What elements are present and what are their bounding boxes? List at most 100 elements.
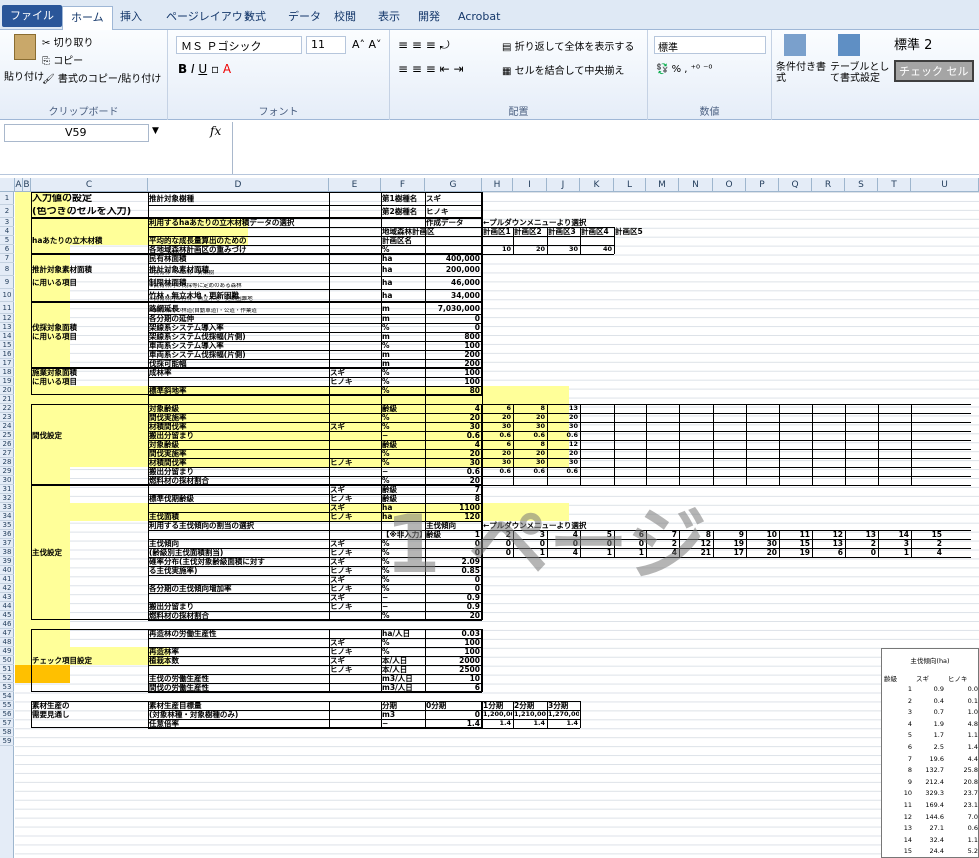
font-size-select[interactable]: 11 (306, 36, 346, 54)
cell-row37-11[interactable]: 13 (813, 539, 844, 548)
cell-g26[interactable]: 4 (426, 440, 481, 449)
cell-e34[interactable]: ヒノキ (330, 512, 370, 521)
cell-u50[interactable]: 本/人日 (382, 656, 422, 665)
cell-u9[interactable]: ha (382, 278, 402, 287)
row-header-29[interactable]: 29 (0, 467, 14, 476)
cell-d3[interactable]: 利用するhaあたりの立木材積データの選択 (149, 218, 319, 227)
cell-v6c[interactable]: 30 (548, 245, 579, 254)
cell-c9[interactable]: に用いる項目 (32, 278, 142, 287)
cell-u29[interactable]: − (382, 467, 402, 476)
row-header-17[interactable]: 17 (0, 359, 14, 368)
cell-row38-14[interactable]: 4 (912, 548, 943, 557)
tab-0[interactable]: ファイル (2, 5, 62, 27)
font-name-select[interactable]: ＭＳ Ｐゴシック (176, 36, 302, 54)
cell-h27[interactable]: 20 (483, 449, 512, 458)
column-header-T[interactable]: T (878, 178, 911, 192)
row-header-59[interactable]: 59 (0, 737, 14, 746)
style-normal2[interactable]: 標準 2 (894, 34, 932, 53)
column-header-B[interactable]: B (23, 178, 31, 192)
cell-d28[interactable]: 材積間伐率 (149, 458, 209, 467)
cell-d22[interactable]: 対象齢級 (149, 404, 209, 413)
row-header-53[interactable]: 53 (0, 683, 14, 692)
cell-d12[interactable]: 各分期の延伸 (149, 314, 319, 323)
row-header-27[interactable]: 27 (0, 449, 14, 458)
cell-d5a[interactable]: 平均的な成長量算出のための (149, 236, 319, 245)
cell-h23[interactable]: 20 (483, 413, 512, 422)
row-header-1[interactable]: 1 (0, 192, 14, 205)
cell-j55[interactable]: 3分期 (548, 701, 578, 710)
cell-c14[interactable]: に用いる項目 (32, 332, 142, 341)
cell-row37-8[interactable]: 19 (714, 539, 745, 548)
cell-d55[interactable]: 素材生産目標量 (149, 701, 319, 710)
cell-u14[interactable]: m (382, 332, 402, 341)
cell-d37a[interactable]: 主伐傾向 (149, 539, 299, 548)
tab-7[interactable]: 表示 (370, 6, 408, 30)
cell-d9b[interactable]: ※民有林内の伐採等に定めのある森林 (149, 283, 327, 289)
row-header-51[interactable]: 51 (0, 665, 14, 674)
cell-e18[interactable]: スギ (330, 368, 370, 377)
cell-c8[interactable]: 推計対象素材面積 (32, 265, 142, 274)
cell-d35[interactable]: 利用する主伐傾向の割当の選択 (149, 521, 319, 530)
row-header-11[interactable]: 11 (0, 302, 14, 314)
row-header-58[interactable]: 58 (0, 728, 14, 737)
cell-d25[interactable]: 搬出分留まり (149, 431, 209, 440)
cell-d56[interactable]: (対象林種・対象樹種のみ) (149, 710, 319, 719)
cell-v6b[interactable]: 20 (514, 245, 546, 254)
cell-e37[interactable]: スギ (330, 539, 370, 548)
cell-e51[interactable]: ヒノキ (330, 665, 370, 674)
cell-g28[interactable]: 30 (426, 458, 481, 467)
cell-h57[interactable]: 1.4 (483, 719, 512, 728)
row-header-54[interactable]: 54 (0, 692, 14, 701)
cell-i55[interactable]: 2分期 (514, 701, 544, 710)
column-header-L[interactable]: L (614, 178, 646, 192)
cell-d44[interactable]: 搬出分留まり (149, 602, 209, 611)
cell-g25[interactable]: 0.6 (426, 431, 481, 440)
cell-p2[interactable]: 計画区2 (514, 227, 547, 236)
row-header-5[interactable]: 5 (0, 236, 14, 245)
cell-f57[interactable]: − (382, 719, 402, 728)
cell-u48[interactable]: % (382, 638, 402, 647)
row-header-44[interactable]: 44 (0, 602, 14, 611)
column-header-P[interactable]: P (746, 178, 779, 192)
cell-f56[interactable]: m3 (382, 710, 402, 719)
cell-u17[interactable]: m (382, 359, 402, 368)
cell-d1[interactable]: 推計対象樹種 (149, 194, 209, 203)
row-header-8[interactable]: 8 (0, 263, 14, 276)
cell-c38[interactable]: 主伐設定 (32, 548, 132, 557)
cell-g50[interactable]: 2000 (426, 656, 481, 665)
cell-row38-13[interactable]: 1 (879, 548, 910, 557)
cell-d20[interactable]: 標準斜地率 (149, 386, 209, 395)
row-header-30[interactable]: 30 (0, 476, 14, 485)
cell-h55[interactable]: 1分期 (483, 701, 513, 710)
cell-d29[interactable]: 搬出分留まり (149, 467, 209, 476)
row-header-22[interactable]: 22 (0, 404, 14, 413)
tab-1[interactable]: ホーム (62, 6, 113, 31)
row-header-12[interactable]: 12 (0, 314, 14, 323)
row-header-14[interactable]: 14 (0, 332, 14, 341)
cell-d13[interactable]: 架線系システム導入率 (149, 323, 319, 332)
cell-u7[interactable]: ha (382, 254, 402, 263)
format-painter-button[interactable]: 🖌 書式のコピー/貼り付け (42, 70, 161, 85)
cell-u27[interactable]: % (382, 449, 402, 458)
cell-d57[interactable]: 任意倍率 (149, 719, 209, 728)
cell-e49[interactable]: ヒノキ (330, 647, 370, 656)
merge-center-button[interactable]: ▦ セルを結合して中央揃え (502, 62, 624, 77)
cell-e50[interactable]: スギ (330, 656, 370, 665)
cell-d39a[interactable]: 確率分布(主伐対象齢級面積に対す (149, 557, 327, 566)
row-header-36[interactable]: 36 (0, 530, 14, 539)
row-header-40[interactable]: 40 (0, 566, 14, 575)
align-bottom-buttons[interactable]: ≡ ≡ ≡ ⇤ ⇥ (398, 62, 464, 76)
cell-row38-9[interactable]: 20 (747, 548, 778, 557)
row-header-9[interactable]: 9 (0, 276, 14, 289)
copy-button[interactable]: ⎘ コピー (42, 52, 83, 67)
cell-f5[interactable]: 計画区名 (382, 236, 442, 245)
cell-g52[interactable]: 10 (426, 674, 481, 683)
cell-h56[interactable]: 1,200,000 (483, 710, 512, 719)
cell-v6d[interactable]: 40 (581, 245, 613, 254)
cell-g51[interactable]: 2500 (426, 665, 481, 674)
cell-g7[interactable]: 400,000 (426, 254, 481, 263)
cell-d39b[interactable]: る主伐実施率) (149, 566, 327, 575)
insert-function-icon[interactable]: fx (210, 124, 221, 138)
cell-g23[interactable]: 20 (426, 413, 481, 422)
cell-d18[interactable]: 成林率 (149, 368, 209, 377)
